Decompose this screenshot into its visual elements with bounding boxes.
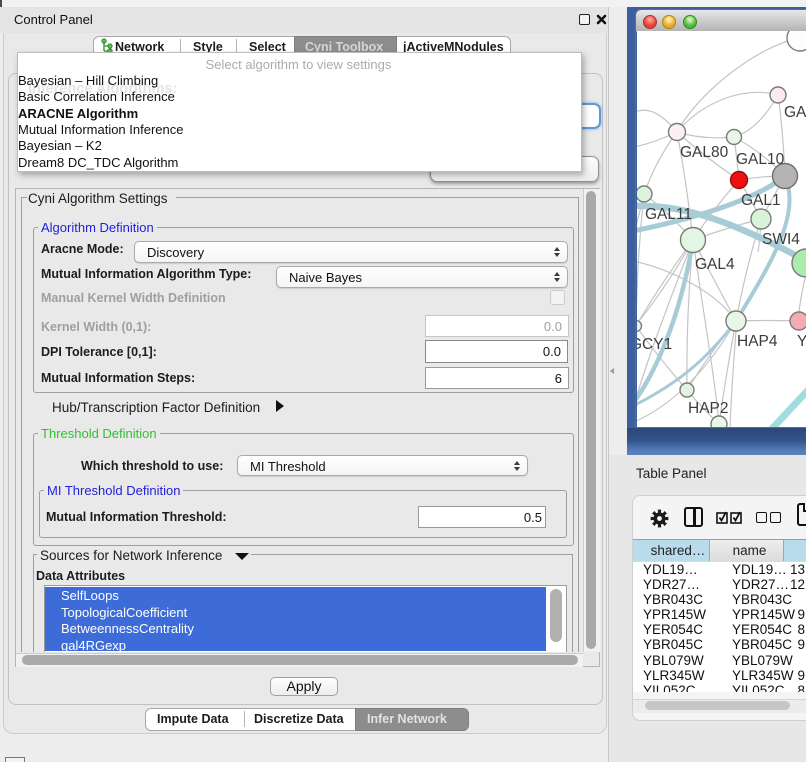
- svg-text:GAL1: GAL1: [741, 192, 781, 209]
- svg-text:GAL10: GAL10: [736, 151, 785, 168]
- svg-text:GAL2: GAL2: [784, 104, 806, 121]
- svg-text:GAL11: GAL11: [645, 206, 692, 223]
- svg-text:GCY1: GCY1: [637, 336, 672, 353]
- svg-text:Y: Y: [797, 333, 806, 350]
- svg-text:HAP4: HAP4: [737, 333, 778, 350]
- svg-text:GAL4: GAL4: [695, 256, 735, 273]
- svg-text:HAP2: HAP2: [688, 400, 729, 417]
- svg-text:GAL80: GAL80: [680, 144, 729, 161]
- svg-text:SWI4: SWI4: [762, 231, 800, 248]
